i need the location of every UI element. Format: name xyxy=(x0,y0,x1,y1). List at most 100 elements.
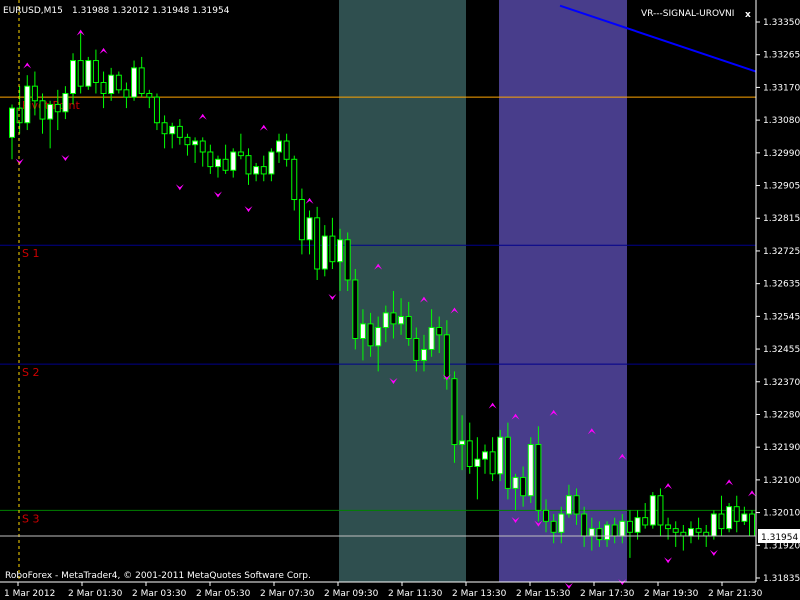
time-tick-label: 2 Mar 09:30 xyxy=(324,589,379,599)
candle-body xyxy=(298,199,305,241)
candle-body xyxy=(9,107,15,138)
copyright-label: RoboForex - MetaTrader4, © 2001-2011 Met… xyxy=(5,571,311,581)
candle-body xyxy=(344,239,351,281)
candle-body xyxy=(565,495,572,515)
candle-body xyxy=(329,235,336,263)
candle-body xyxy=(70,60,77,94)
candle-body xyxy=(131,67,138,98)
candle-body xyxy=(543,509,550,522)
candle-body xyxy=(192,140,199,146)
candle-body xyxy=(359,323,366,339)
candle-body xyxy=(558,513,565,533)
candle-body xyxy=(642,517,649,526)
close-indicator-icon[interactable]: x xyxy=(745,10,751,20)
price-tick-label: 1.32010 xyxy=(763,509,800,519)
candle-body xyxy=(451,378,458,446)
price-tick-label: 1.32815 xyxy=(763,214,800,224)
time-tick-label: 2 Mar 21:30 xyxy=(708,589,763,599)
candle-body xyxy=(39,100,46,120)
time-tick-label: 2 Mar 15:30 xyxy=(516,589,571,599)
candle-body xyxy=(16,107,23,124)
candle-body xyxy=(581,513,588,537)
candle-body xyxy=(77,60,84,87)
candle-body xyxy=(573,495,580,515)
candle-body xyxy=(31,85,38,102)
price-chart[interactable]: Pivot PointS 1S 2S 3 1.333501.332651.331… xyxy=(0,0,800,600)
candle-body xyxy=(703,531,710,537)
candle-body xyxy=(680,531,687,537)
time-tick-label: 2 Mar 11:30 xyxy=(388,589,443,599)
candle-body xyxy=(314,217,321,270)
level-label-3: S 3 xyxy=(22,512,39,525)
candle-body xyxy=(375,327,382,347)
candle-body xyxy=(665,524,672,530)
candle-body xyxy=(100,82,107,94)
time-tick-label: 2 Mar 13:30 xyxy=(452,589,507,599)
candle-body xyxy=(588,528,595,537)
time-tick-label: 2 Mar 17:30 xyxy=(580,589,635,599)
price-tick-label: 1.32635 xyxy=(763,280,800,290)
price-tick-label: 1.33265 xyxy=(763,51,800,61)
candle-body xyxy=(207,151,214,168)
candle-body xyxy=(718,513,725,530)
candle-body xyxy=(306,217,313,241)
candle-body xyxy=(237,151,244,157)
candle-body xyxy=(176,125,183,138)
candle-body xyxy=(253,166,260,175)
candle-body xyxy=(222,158,229,171)
candle-body xyxy=(481,451,488,460)
candle-body xyxy=(604,524,611,541)
candle-body xyxy=(153,96,160,124)
price-tick-label: 1.31835 xyxy=(763,574,800,584)
time-tick-label: 2 Mar 07:30 xyxy=(260,589,315,599)
candle-body xyxy=(268,151,275,175)
candle-body xyxy=(695,528,702,533)
ohlc-label: 1.31988 1.32012 1.31948 1.31954 xyxy=(72,6,230,16)
price-tick-label: 1.32905 xyxy=(763,182,800,192)
candle-body xyxy=(62,92,69,113)
candle-body xyxy=(741,513,748,522)
price-tick-label: 1.32280 xyxy=(763,410,800,420)
price-tick-label: 1.32370 xyxy=(763,378,800,388)
candle-body xyxy=(291,158,298,201)
candle-body xyxy=(92,60,99,84)
candle-body xyxy=(413,337,420,361)
level-label-2: S 2 xyxy=(22,366,39,379)
candle-body xyxy=(489,451,496,475)
candle-body xyxy=(146,92,153,98)
candle-body xyxy=(24,85,31,124)
candle-body xyxy=(161,122,168,135)
price-tick-label: 1.32725 xyxy=(763,247,800,257)
price-tick-label: 1.32100 xyxy=(763,476,800,486)
candle-body xyxy=(260,166,267,175)
candle-body xyxy=(276,140,283,153)
candle-body xyxy=(390,312,397,325)
candle-body xyxy=(619,520,626,537)
price-tick-label: 1.32990 xyxy=(763,149,800,159)
candle-body xyxy=(184,136,191,146)
candle-body xyxy=(535,444,542,511)
candle-body xyxy=(443,334,450,380)
current-price-label: 1.31954 xyxy=(761,533,798,543)
candle-body xyxy=(611,524,618,537)
candle-body xyxy=(710,513,717,537)
candle-body xyxy=(47,103,54,120)
candle-body xyxy=(687,528,694,537)
candle-body xyxy=(398,316,405,325)
candle-body xyxy=(749,513,755,537)
candle-body xyxy=(405,316,412,339)
candle-body xyxy=(169,125,176,135)
price-tick-label: 1.33170 xyxy=(763,83,800,93)
candle-body xyxy=(520,476,527,497)
candle-body xyxy=(352,279,359,339)
candle-body xyxy=(497,436,504,475)
session-band-2 xyxy=(499,0,627,582)
candle-body xyxy=(199,140,206,153)
candle-body xyxy=(245,155,252,175)
candle-body xyxy=(672,528,679,533)
price-tick-label: 1.33350 xyxy=(763,18,800,28)
candle-body xyxy=(85,60,92,87)
candle-body xyxy=(115,74,122,91)
candle-body xyxy=(634,517,641,533)
candle-body xyxy=(382,312,389,329)
